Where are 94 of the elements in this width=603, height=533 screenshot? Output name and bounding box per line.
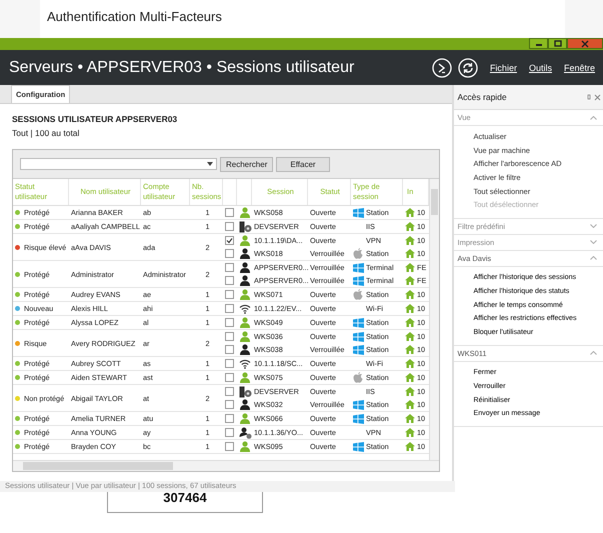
checkbox[interactable] bbox=[225, 414, 234, 423]
home-icon bbox=[405, 263, 415, 272]
checkbox[interactable] bbox=[225, 263, 234, 272]
section-heading: SESSIONS UTILISATEUR APPSERVER03 bbox=[12, 114, 178, 124]
home-icon bbox=[405, 236, 415, 245]
windows-icon bbox=[353, 442, 364, 452]
windows-icon bbox=[353, 318, 364, 328]
user-icon bbox=[239, 262, 251, 273]
home-icon bbox=[405, 290, 415, 299]
refresh-icon bbox=[458, 58, 478, 78]
checkbox[interactable] bbox=[225, 400, 234, 409]
windows-icon bbox=[353, 400, 364, 410]
windows-icon bbox=[353, 262, 364, 272]
checkbox[interactable] bbox=[225, 359, 234, 368]
menu-item[interactable]: Outils bbox=[528, 62, 552, 72]
maximize-icon bbox=[554, 40, 562, 47]
wifi-icon bbox=[239, 304, 251, 314]
checkbox[interactable] bbox=[225, 290, 234, 299]
toolbar-button[interactable]: Rechercher bbox=[220, 156, 274, 172]
checkbox[interactable] bbox=[225, 428, 234, 437]
vertical-scrollbar[interactable] bbox=[429, 179, 439, 460]
home-icon bbox=[405, 276, 415, 285]
home-icon bbox=[405, 249, 415, 258]
user-icon bbox=[239, 413, 251, 424]
checkbox[interactable] bbox=[225, 222, 234, 231]
home-icon bbox=[405, 332, 415, 341]
menu-item[interactable]: Fichier bbox=[490, 62, 517, 72]
total-count: Tout | 100 au total bbox=[12, 128, 80, 138]
home-icon bbox=[405, 387, 415, 396]
menu-item[interactable]: Fenêtre bbox=[564, 62, 595, 72]
home-icon bbox=[405, 208, 415, 217]
home-icon bbox=[405, 345, 415, 354]
pin-close-icon[interactable] bbox=[585, 94, 601, 100]
user-icon bbox=[239, 372, 251, 383]
prompt-icon bbox=[432, 58, 452, 78]
checkbox[interactable] bbox=[225, 345, 234, 354]
home-icon bbox=[405, 359, 415, 368]
windows-icon bbox=[353, 414, 364, 424]
window-title: Serveurs • APPSERVER03 • Sessions utilisateur bbox=[9, 58, 354, 76]
user-icon bbox=[239, 235, 251, 246]
checkbox[interactable] bbox=[225, 276, 234, 285]
apple-icon bbox=[353, 248, 363, 259]
checkbox[interactable] bbox=[225, 208, 234, 217]
apple-icon bbox=[353, 372, 363, 383]
checkbox[interactable] bbox=[225, 442, 234, 451]
home-icon bbox=[405, 318, 415, 327]
windows-icon bbox=[353, 276, 364, 286]
user-icon bbox=[239, 317, 251, 328]
close-button[interactable] bbox=[567, 38, 603, 49]
home-icon bbox=[405, 304, 415, 313]
expand-icon[interactable] bbox=[590, 224, 597, 228]
windows-icon bbox=[353, 344, 364, 354]
caret-icon bbox=[207, 162, 213, 166]
panel-title: Accès rapide bbox=[458, 92, 507, 102]
apple-icon bbox=[353, 289, 363, 300]
wifi-icon bbox=[239, 358, 251, 368]
user-icon bbox=[239, 441, 251, 452]
user-icon bbox=[239, 248, 251, 259]
windows-icon bbox=[353, 332, 364, 342]
minimize-button[interactable] bbox=[529, 38, 548, 49]
home-icon bbox=[405, 428, 415, 437]
expand-icon[interactable] bbox=[590, 240, 597, 244]
checkbox[interactable] bbox=[225, 304, 234, 313]
user-icon bbox=[239, 331, 251, 342]
checkbox[interactable] bbox=[225, 236, 234, 245]
checkbox[interactable] bbox=[225, 318, 234, 327]
user-icon bbox=[239, 207, 251, 218]
checkbox[interactable] bbox=[225, 373, 234, 382]
home-icon bbox=[405, 400, 415, 409]
collapse-icon[interactable] bbox=[590, 351, 597, 356]
windows-icon bbox=[353, 208, 364, 218]
home-icon bbox=[405, 222, 415, 231]
page-heading: Authentification Multi-Facteurs bbox=[47, 9, 222, 24]
user-icon bbox=[239, 399, 251, 410]
home-icon bbox=[405, 442, 415, 451]
home-icon bbox=[405, 414, 415, 423]
powershell-button[interactable] bbox=[432, 58, 452, 78]
home-icon bbox=[405, 373, 415, 382]
collapse-icon[interactable] bbox=[590, 256, 597, 260]
search-field[interactable] bbox=[20, 158, 217, 170]
code-box: 307464 bbox=[107, 492, 263, 513]
collapse-icon[interactable] bbox=[590, 116, 597, 120]
close-icon bbox=[581, 40, 589, 48]
user-icon bbox=[239, 289, 251, 300]
user-icon bbox=[239, 344, 251, 355]
checkbox[interactable] bbox=[225, 249, 234, 258]
user-icon bbox=[239, 426, 252, 438]
horizontal-scrollbar[interactable] bbox=[13, 460, 439, 471]
refresh-button[interactable] bbox=[458, 58, 478, 78]
user-icon bbox=[239, 275, 251, 286]
checkbox[interactable] bbox=[225, 387, 234, 396]
toolbar-button[interactable]: Effacer bbox=[276, 156, 330, 172]
maximize-button[interactable] bbox=[548, 38, 567, 49]
checkbox[interactable] bbox=[225, 332, 234, 341]
